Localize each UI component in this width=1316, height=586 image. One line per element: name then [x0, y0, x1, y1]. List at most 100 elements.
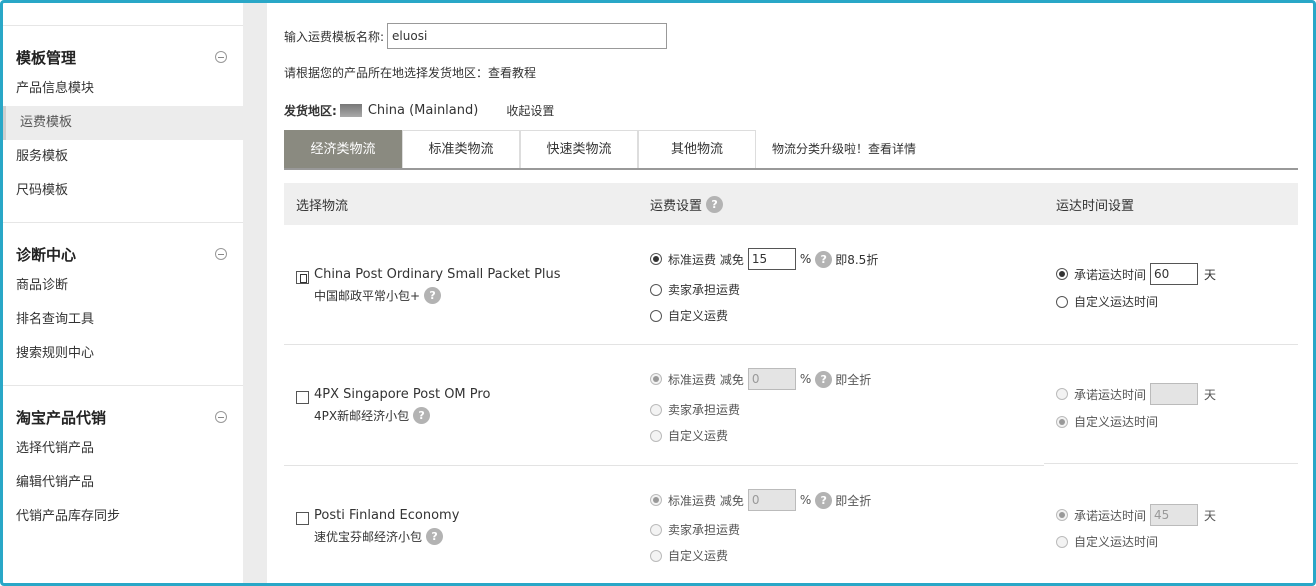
standard-fee-label: 标准运费 减免	[668, 252, 744, 267]
radio-promise-time[interactable]	[1056, 268, 1068, 280]
service-name-cn: 4PX新邮经济小包 ?	[314, 407, 431, 424]
service-name: China Post Ordinary Small Packet Plus	[314, 267, 561, 282]
discount-input[interactable]	[747, 368, 796, 390]
radio-custom-time[interactable]	[1056, 415, 1068, 428]
radio-custom-fee[interactable]	[650, 549, 662, 562]
sidebar-item-search-rules[interactable]: 搜索规则中心	[3, 337, 243, 371]
collapse-icon[interactable]	[215, 411, 227, 423]
help-icon[interactable]: ?	[815, 250, 833, 268]
sidebar-item-edit-dropship[interactable]: 编辑代销产品	[3, 466, 243, 500]
radio-custom-fee[interactable]	[650, 429, 662, 442]
standard-fee-label: 标准运费 减免	[668, 493, 744, 508]
custom-fee-label: 自定义运费	[668, 309, 729, 323]
sidebar-group-title: 模板管理	[16, 48, 77, 67]
radio-custom-time[interactable]	[1056, 295, 1068, 308]
percent-label: %	[799, 493, 812, 507]
option-standard-fee: 标准运费 减免 % ? 即8.5折	[650, 248, 878, 270]
row-checkbox[interactable]	[296, 512, 309, 525]
option-seller-pays: 卖家承担运费	[650, 281, 740, 298]
radio-custom-time[interactable]	[1056, 535, 1068, 548]
sidebar-group-header[interactable]: 模板管理	[3, 42, 243, 72]
seller-pays-label: 卖家承担运费	[668, 283, 741, 297]
discount-result: 即全折	[835, 493, 872, 508]
tab-standard[interactable]: 标准类物流	[402, 130, 520, 168]
row-checkbox[interactable]	[296, 391, 309, 404]
help-icon[interactable]: ?	[413, 407, 431, 424]
option-standard-fee: 标准运费 减免 % ? 即全折	[650, 489, 871, 511]
sidebar-item-product-diagnosis[interactable]: 商品诊断	[3, 269, 243, 303]
custom-time-label: 自定义运达时间	[1074, 535, 1159, 549]
sidebar-item-product-info[interactable]: 产品信息模块	[3, 72, 243, 106]
custom-time-label: 自定义运达时间	[1074, 415, 1159, 429]
column-delivery-time: 运达时间设置	[1056, 198, 1135, 214]
discount-result: 即全折	[835, 372, 872, 387]
radio-promise-time[interactable]	[1056, 388, 1068, 400]
option-seller-pays: 卖家承担运费	[650, 521, 740, 538]
sidebar-group-header[interactable]: 淘宝产品代销	[3, 402, 243, 432]
option-custom-fee: 自定义运费	[650, 547, 728, 564]
tab-upgrade-note[interactable]: 物流分类升级啦！查看详情	[772, 130, 916, 168]
option-standard-fee: 标准运费 减免 % ? 即全折	[650, 368, 871, 390]
radio-seller-pays[interactable]	[650, 403, 662, 416]
logistics-tabs: 经济类物流 标准类物流 快速类物流 其他物流 物流分类升级啦！查看详情	[284, 130, 1298, 170]
percent-label: %	[799, 252, 812, 266]
help-icon[interactable]: ?	[706, 195, 724, 213]
sidebar-group-title: 淘宝产品代销	[16, 408, 107, 427]
custom-fee-label: 自定义运费	[668, 429, 729, 443]
days-input[interactable]	[1150, 504, 1199, 526]
discount-input[interactable]	[747, 489, 796, 511]
option-custom-fee: 自定义运费	[650, 307, 728, 324]
sidebar-item-inventory-sync[interactable]: 代销产品库存同步	[3, 500, 243, 534]
template-name-row: 输入运费模板名称:	[284, 23, 668, 49]
origin-tip: 请根据您的产品所在地选择发货地区：查看教程	[284, 66, 537, 80]
table-header: 选择物流 运费设置 ? 运达时间设置	[284, 183, 1298, 225]
help-icon[interactable]: ?	[424, 287, 442, 304]
collapse-settings-link[interactable]: 收起设置	[506, 102, 554, 119]
sidebar-item-size-template[interactable]: 尺码模板	[3, 174, 243, 208]
origin-label: 发货地区:	[284, 104, 337, 118]
radio-standard-fee[interactable]	[650, 253, 662, 265]
collapse-icon[interactable]	[215, 248, 227, 260]
help-icon[interactable]: ?	[815, 491, 833, 509]
option-custom-time: 自定义运达时间	[1056, 293, 1158, 310]
origin-row: 发货地区: China (Mainland) 收起设置	[284, 102, 554, 119]
sidebar-item-select-dropship[interactable]: 选择代销产品	[3, 432, 243, 466]
sidebar-group-diagnosis: 诊断中心 商品诊断 排名查询工具 搜索规则中心	[3, 222, 243, 385]
column-shipping-fee: 运费设置 ?	[650, 195, 724, 214]
tab-other[interactable]: 其他物流	[638, 130, 756, 168]
days-input[interactable]	[1150, 383, 1199, 405]
sidebar-group-header[interactable]: 诊断中心	[3, 239, 243, 269]
option-custom-time: 自定义运达时间	[1056, 413, 1158, 430]
tab-express[interactable]: 快速类物流	[520, 130, 638, 168]
radio-standard-fee[interactable]	[650, 373, 662, 385]
row-checkbox[interactable]	[296, 271, 309, 284]
radio-custom-fee[interactable]	[650, 309, 662, 322]
promise-time-label: 承诺运达时间	[1074, 508, 1147, 523]
option-promise-time: 承诺运达时间 天	[1056, 263, 1216, 285]
radio-promise-time[interactable]	[1056, 509, 1068, 521]
sidebar-item-service-template[interactable]: 服务模板	[3, 140, 243, 174]
column-shipping-fee-label: 运费设置	[650, 198, 703, 214]
radio-standard-fee[interactable]	[650, 494, 662, 506]
service-name-cn-text: 中国邮政平常小包+	[314, 289, 421, 303]
table-row: China Post Ordinary Small Packet Plus 中国…	[284, 225, 1298, 345]
sidebar: 模板管理 产品信息模块 运费模板 服务模板 尺码模板 诊断中心 商品诊断 排名查…	[3, 3, 243, 583]
sidebar-group-template: 模板管理 产品信息模块 运费模板 服务模板 尺码模板	[3, 25, 243, 222]
sidebar-item-ranking-tool[interactable]: 排名查询工具	[3, 303, 243, 337]
radio-seller-pays[interactable]	[650, 283, 662, 296]
radio-seller-pays[interactable]	[650, 523, 662, 536]
row-divider	[1044, 463, 1298, 464]
china-flag-icon	[339, 104, 362, 117]
sidebar-gutter	[243, 3, 267, 583]
days-input[interactable]	[1150, 263, 1199, 285]
percent-label: %	[799, 372, 812, 386]
collapse-icon[interactable]	[215, 51, 227, 63]
promise-time-label: 承诺运达时间	[1074, 387, 1147, 402]
sidebar-item-shipping-template[interactable]: 运费模板	[3, 106, 243, 140]
template-name-input[interactable]	[387, 23, 668, 49]
help-icon[interactable]: ?	[815, 370, 833, 388]
help-icon[interactable]: ?	[426, 528, 444, 545]
tab-economy[interactable]: 经济类物流	[284, 130, 402, 168]
discount-input[interactable]	[747, 248, 796, 270]
days-unit: 天	[1204, 508, 1217, 523]
